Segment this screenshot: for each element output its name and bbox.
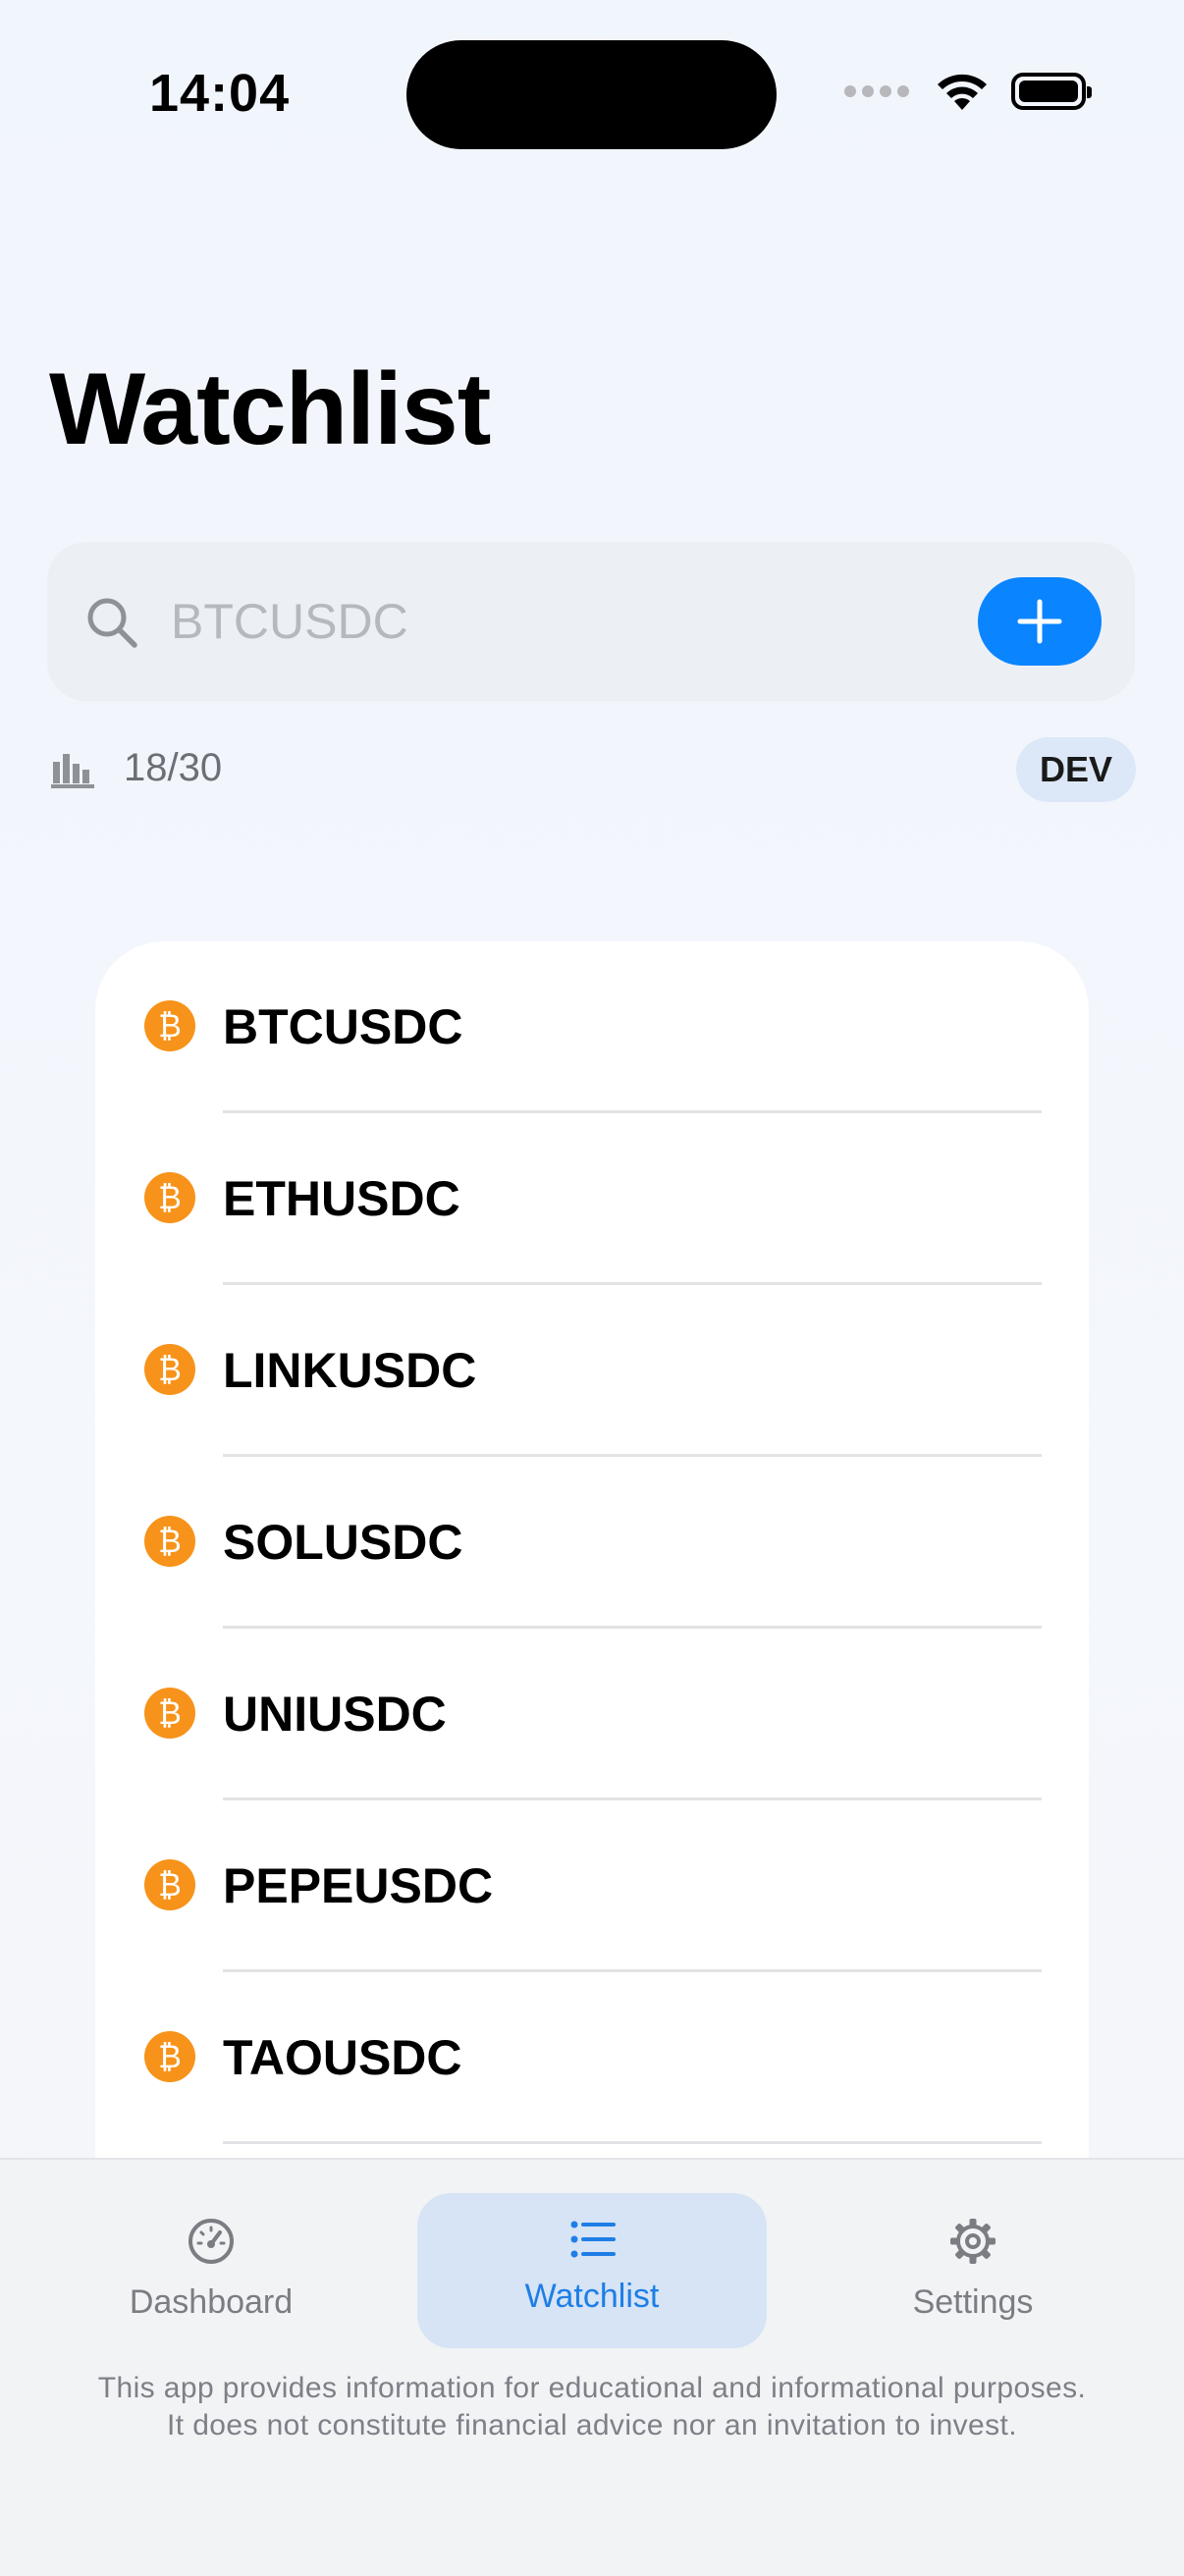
- bar-chart-icon: [51, 754, 94, 788]
- watchlist-item[interactable]: ₿ PEPEUSDC: [95, 1800, 1089, 1972]
- divider: [223, 2141, 1042, 2144]
- status-indicators: [844, 71, 1092, 112]
- bitcoin-icon: ₿: [144, 1516, 195, 1567]
- search-icon: [87, 598, 137, 648]
- list-icon: [570, 2221, 616, 2258]
- watchlist-item-symbol: TAOUSDC: [223, 2030, 462, 2085]
- bitcoin-icon: ₿: [144, 1172, 195, 1223]
- add-symbol-button[interactable]: [978, 577, 1102, 666]
- status-time: 14:04: [149, 64, 291, 123]
- bitcoin-icon: ₿: [144, 1688, 195, 1739]
- bitcoin-icon: ₿: [144, 1859, 195, 1910]
- search-input[interactable]: [171, 581, 976, 662]
- disclaimer-line: It does not constitute financial advice …: [166, 2409, 1018, 2442]
- environment-badge: DEV: [1016, 737, 1136, 802]
- watchlist-item[interactable]: ₿ LINKUSDC: [95, 1285, 1089, 1457]
- watchlist-item-symbol: LINKUSDC: [223, 1343, 477, 1398]
- search-bar: [47, 542, 1135, 701]
- gauge-icon: [188, 2219, 234, 2264]
- watchlist-item-symbol: BTCUSDC: [223, 999, 463, 1054]
- bitcoin-icon: ₿: [144, 2031, 195, 2082]
- tab-watchlist[interactable]: Watchlist: [417, 2193, 767, 2348]
- tab-label: Settings: [912, 2283, 1034, 2321]
- tab-label: Watchlist: [524, 2278, 660, 2315]
- disclaimer-text: This app provides information for educat…: [0, 2370, 1184, 2444]
- watchlist-item-symbol: UNIUSDC: [223, 1687, 447, 1742]
- watchlist-list: ₿ BTCUSDC ₿ ETHUSDC ₿ LINKUSDC ₿ SOLUSDC…: [95, 941, 1089, 2218]
- bitcoin-icon: ₿: [144, 1344, 195, 1395]
- watchlist-item-symbol: ETHUSDC: [223, 1171, 460, 1226]
- watchlist-item[interactable]: ₿ TAOUSDC: [95, 1972, 1089, 2144]
- watchlist-item[interactable]: ₿ UNIUSDC: [95, 1629, 1089, 1800]
- wifi-icon: [938, 74, 987, 110]
- tab-label: Dashboard: [129, 2283, 294, 2321]
- plus-icon: [1017, 599, 1062, 644]
- watchlist-item[interactable]: ₿ ETHUSDC: [95, 1113, 1089, 1285]
- gear-icon: [950, 2219, 996, 2264]
- watchlist-usage-count: 18/30: [124, 746, 223, 789]
- watchlist-item[interactable]: ₿ SOLUSDC: [95, 1457, 1089, 1629]
- watchlist-item[interactable]: ₿ BTCUSDC: [95, 941, 1089, 1113]
- tab-dashboard[interactable]: Dashboard: [36, 2193, 386, 2348]
- watchlist-item-symbol: SOLUSDC: [223, 1515, 463, 1570]
- bitcoin-icon: ₿: [144, 1000, 195, 1051]
- watchlist-item-symbol: PEPEUSDC: [223, 1858, 494, 1913]
- page-title: Watchlist: [49, 352, 491, 466]
- cellular-signal-icon: [844, 85, 909, 97]
- battery-icon: [1011, 73, 1092, 110]
- disclaimer-line: This app provides information for educat…: [97, 2372, 1087, 2404]
- tab-bar: Dashboard Watchlist Settings This app pr…: [0, 2158, 1184, 2576]
- tab-settings[interactable]: Settings: [798, 2193, 1148, 2348]
- dynamic-island: [406, 40, 777, 149]
